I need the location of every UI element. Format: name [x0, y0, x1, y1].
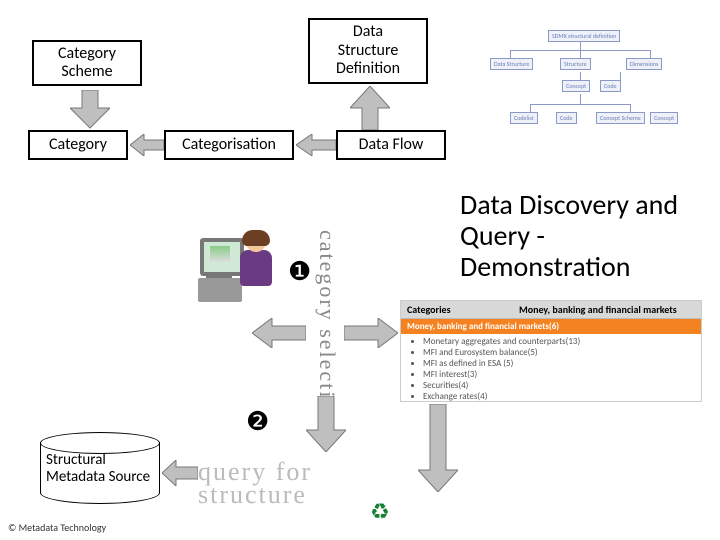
arrow-catpanel-down	[418, 404, 458, 497]
mini-r2a2: Code	[556, 112, 577, 124]
catpanel-item: MFI as defined in ESA (5)	[423, 358, 701, 369]
catpanel-item: Monetary aggregates and counterparts(13)	[423, 336, 701, 347]
recycle-icon: ♻	[370, 498, 390, 525]
mini-r2a: Codelist	[510, 112, 538, 124]
arrow-categorisation-to-dataflow	[296, 134, 336, 161]
mini-r2b: Concept Scheme	[596, 112, 645, 124]
step-2-marker: ❷	[246, 406, 269, 437]
wordart-query-for-structure: query for structure	[198, 460, 312, 507]
dsd-box: Data Structure Definition	[308, 18, 428, 84]
category-scheme-box: Category Scheme	[32, 40, 142, 86]
catpanel-list: Monetary aggregates and counterparts(13)…	[423, 336, 701, 402]
categories-panel: Categories Money, banking and financial …	[400, 300, 702, 402]
clipart-user-at-computer	[200, 230, 270, 310]
catpanel-selected: Money, banking and financial markets(6)	[401, 319, 701, 334]
page-title: Data Discovery and Query - Demonstration	[460, 190, 700, 282]
catpanel-item: MFI interest(3)	[423, 369, 701, 380]
mini-root: SDMX structural definition	[548, 30, 620, 42]
structural-metadata-source: Structural Metadata Source	[40, 432, 160, 504]
dataflow-label: Data Flow	[359, 136, 424, 154]
footer-copyright: © Metadata Technology	[8, 521, 106, 534]
arrow-selection-left	[252, 318, 306, 353]
mini-structure-chart: SDMX structural definition Data Structur…	[490, 30, 680, 140]
arrow-dataflow-to-dsd	[350, 86, 390, 135]
catpanel-item: Securities(4)	[423, 380, 701, 391]
category-label: Category	[49, 136, 107, 154]
arrow-selection-right	[344, 318, 398, 353]
mini-mid: Concept	[562, 80, 590, 92]
arrow-catscheme-to-category	[70, 90, 110, 135]
mini-b2: Structure	[560, 58, 591, 70]
mini-mid2: Code	[600, 80, 621, 92]
cylinder-label: Structural Metadata Source	[46, 452, 154, 485]
step-1-marker: ❶	[288, 256, 311, 287]
wordart-qfs-line2: structure	[198, 483, 312, 506]
category-scheme-label: Category Scheme	[58, 45, 116, 82]
arrow-query-to-source	[162, 460, 198, 491]
catpanel-left-header: Categories	[401, 301, 513, 318]
catpanel-item: Exchange rates(4)	[423, 391, 701, 402]
catpanel-right-header: Money, banking and financial markets	[513, 301, 701, 318]
dsd-label: Data Structure Definition	[336, 23, 400, 78]
arrow-cat-to-categorisation	[130, 134, 164, 161]
arrow-selection-down	[306, 396, 346, 457]
mini-b1: Data Structure	[490, 58, 533, 70]
categorisation-box: Categorisation	[164, 130, 294, 160]
mini-b3: Dimensions	[626, 58, 662, 70]
categorisation-label: Categorisation	[182, 136, 276, 154]
catpanel-item: MFI and Eurosystem balance(5)	[423, 347, 701, 358]
mini-r2b2: Concept	[650, 112, 678, 124]
